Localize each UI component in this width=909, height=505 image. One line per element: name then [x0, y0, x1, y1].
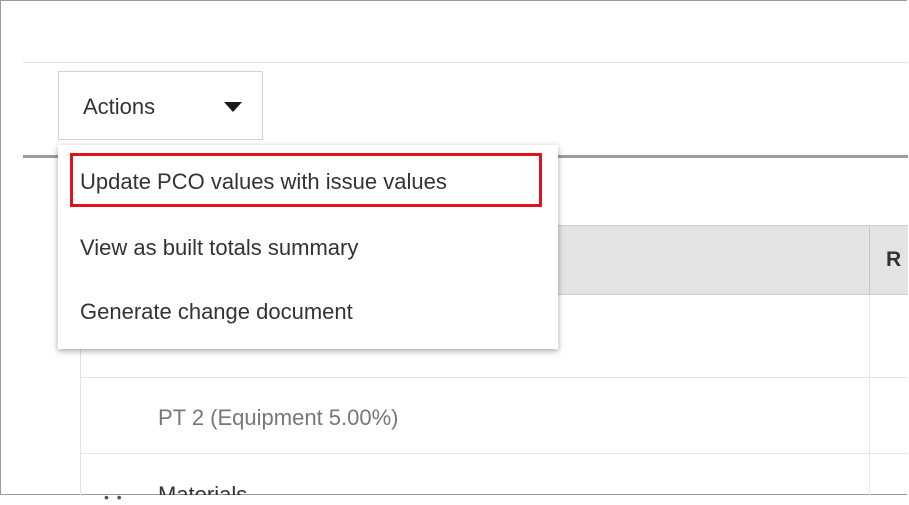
actions-button-label: Actions — [83, 94, 156, 119]
menu-item-label: View as built totals summary — [80, 235, 359, 260]
column-header-r[interactable]: R — [886, 248, 901, 272]
menu-item-label: Generate change document — [80, 299, 353, 324]
menu-item-update-pco-values[interactable]: Update PCO values with issue values — [58, 149, 558, 209]
table-row-materials-label[interactable]: Materials — [158, 481, 247, 495]
top-divider — [23, 62, 908, 63]
actions-dropdown-menu: Update PCO values with issue values View… — [58, 145, 558, 349]
row-divider — [80, 377, 908, 378]
expand-icon[interactable]: • • — [104, 489, 124, 505]
column-separator — [869, 295, 870, 495]
actions-dropdown-button[interactable]: Actions — [58, 71, 263, 140]
menu-item-label: Update PCO values with issue values — [80, 169, 447, 194]
menu-item-view-as-built-totals[interactable]: View as built totals summary — [58, 217, 558, 277]
row-divider — [80, 453, 908, 454]
table-row-pt2-label: PT 2 (Equipment 5.00%) — [158, 405, 399, 430]
caret-down-icon — [224, 102, 242, 112]
header-column-separator — [869, 226, 870, 296]
screenshot-frame: Actions R PT 2 (Equipment 5.00%) • • Mat… — [0, 0, 908, 505]
menu-item-generate-change-document[interactable]: Generate change document — [58, 285, 558, 345]
